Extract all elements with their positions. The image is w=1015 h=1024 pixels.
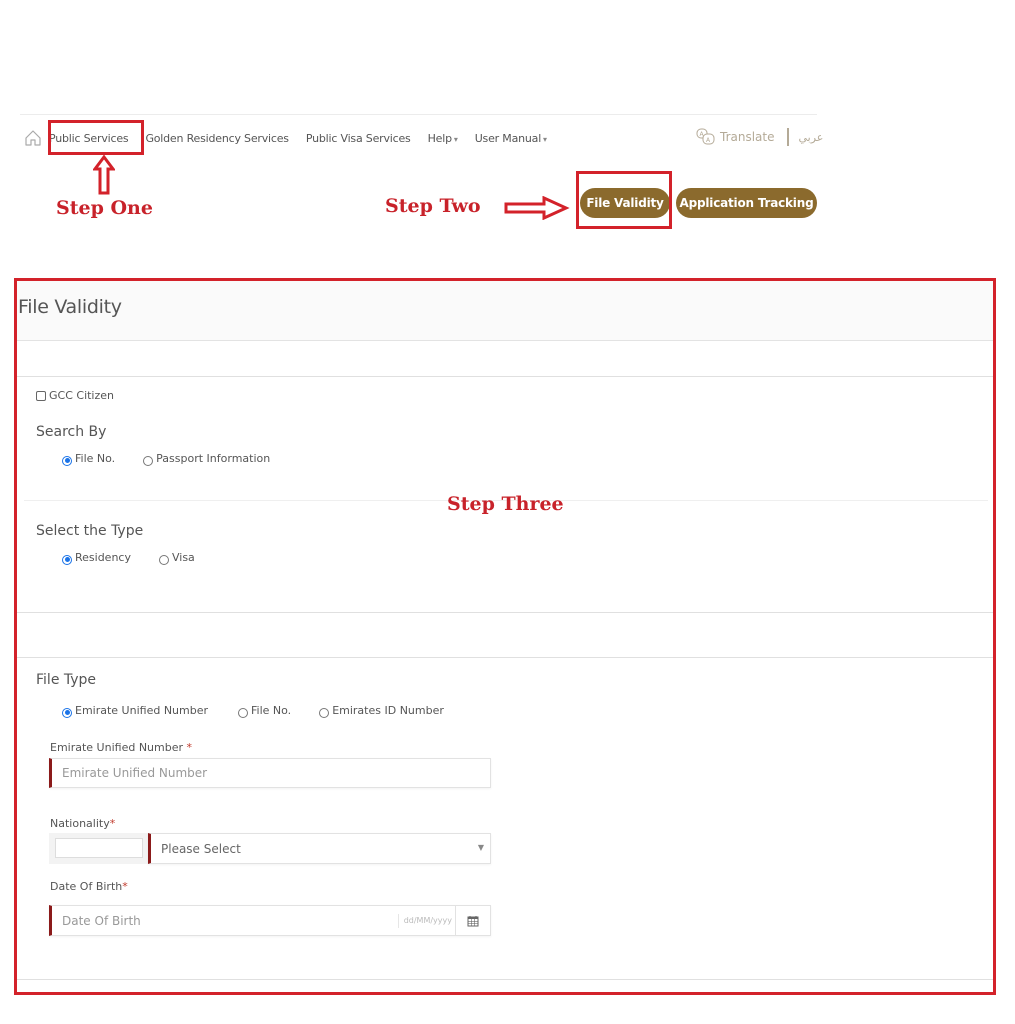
nav-golden-residency-services[interactable]: Golden Residency Services: [145, 132, 289, 145]
nav-user-manual-label: User Manual: [474, 131, 542, 145]
chevron-down-icon: ▾: [453, 134, 458, 144]
language-separator: [786, 128, 789, 146]
language-controls: A A Translate عربي: [696, 128, 823, 146]
nav-help[interactable]: Help ▾: [428, 132, 458, 145]
translate-icon: A A: [696, 128, 715, 145]
step-one-label: Step One: [56, 197, 153, 219]
step-one-highlight: [48, 120, 144, 155]
right-arrow-icon: [504, 196, 570, 220]
step-two-highlight: [576, 171, 672, 229]
step-two-label: Step Two: [385, 195, 481, 217]
arabic-language-link[interactable]: عربي: [799, 131, 824, 144]
up-arrow-icon: [93, 155, 115, 195]
application-tracking-button[interactable]: Application Tracking: [676, 188, 817, 218]
chevron-down-icon: ▾: [543, 134, 547, 144]
translate-link[interactable]: Translate: [720, 130, 775, 144]
nav-divider: [20, 114, 817, 115]
step-three-highlight: [14, 278, 996, 995]
home-icon[interactable]: [24, 129, 42, 147]
nav-help-label: Help: [427, 131, 452, 145]
nav-user-manual[interactable]: User Manual ▾: [475, 132, 547, 145]
nav-public-visa-services[interactable]: Public Visa Services: [306, 132, 411, 145]
